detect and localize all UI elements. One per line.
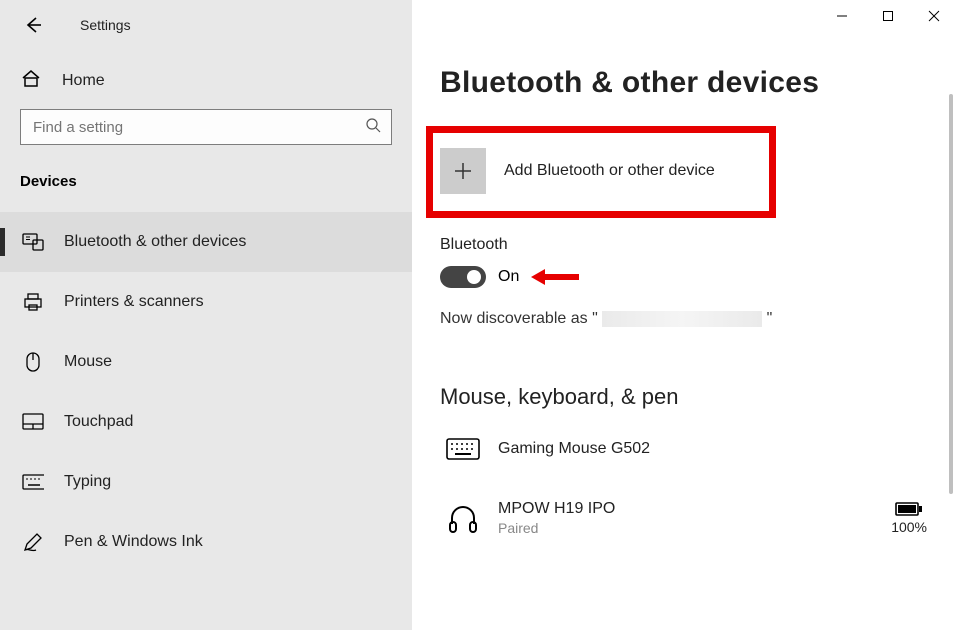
keyboard-device-icon	[440, 438, 486, 460]
discoverable-name-redacted	[602, 311, 762, 327]
search-icon	[365, 117, 381, 137]
device-row-mpow-headphones[interactable]: MPOW H19 IPO Paired 100%	[440, 494, 957, 542]
device-status: Paired	[498, 520, 615, 536]
battery-icon	[895, 502, 923, 516]
window-controls	[819, 0, 957, 32]
nav-home-label: Home	[62, 72, 105, 90]
plus-icon	[440, 148, 486, 194]
bluetooth-toggle[interactable]	[440, 266, 486, 288]
nav-item-touchpad[interactable]: Touchpad	[0, 392, 412, 452]
toggle-state-label: On	[498, 268, 519, 286]
mouse-icon	[22, 351, 44, 373]
page-title: Bluetooth & other devices	[440, 66, 957, 100]
device-battery: 100%	[891, 502, 927, 535]
section-mouse-keyboard-pen: Mouse, keyboard, & pen	[440, 384, 957, 410]
search-input[interactable]	[31, 118, 331, 137]
nav-item-label: Pen & Windows Ink	[64, 533, 203, 551]
discoverable-prefix: Now discoverable as "	[440, 310, 598, 327]
printer-icon	[22, 292, 44, 312]
nav-item-bluetooth[interactable]: Bluetooth & other devices	[0, 212, 412, 272]
keyboard-icon	[22, 474, 44, 490]
device-row-gaming-mouse[interactable]: Gaming Mouse G502	[440, 432, 957, 466]
toggle-knob	[467, 270, 481, 284]
back-button[interactable]	[18, 10, 48, 40]
scrollbar[interactable]	[949, 94, 953, 494]
discoverable-suffix: "	[767, 310, 773, 327]
nav-item-label: Bluetooth & other devices	[64, 233, 246, 251]
nav-item-printers[interactable]: Printers & scanners	[0, 272, 412, 332]
add-device-button[interactable]: Add Bluetooth or other device	[440, 136, 957, 206]
close-button[interactable]	[911, 0, 957, 32]
bluetooth-devices-icon	[22, 231, 44, 253]
search-box[interactable]	[20, 109, 392, 145]
discoverable-text: Now discoverable as " "	[440, 310, 957, 328]
minimize-button[interactable]	[819, 0, 865, 32]
touchpad-icon	[22, 413, 44, 431]
annotation-arrow	[531, 266, 581, 288]
nav-home[interactable]: Home	[0, 58, 412, 109]
nav-item-label: Touchpad	[64, 413, 133, 431]
nav-item-mouse[interactable]: Mouse	[0, 332, 412, 392]
nav-item-pen[interactable]: Pen & Windows Ink	[0, 512, 412, 572]
nav-item-label: Typing	[64, 473, 111, 491]
window-title: Settings	[80, 17, 131, 33]
device-name: Gaming Mouse G502	[498, 440, 650, 458]
headphones-icon	[440, 502, 486, 534]
device-name: MPOW H19 IPO	[498, 500, 615, 518]
battery-percent: 100%	[891, 519, 927, 535]
category-header: Devices	[0, 173, 412, 212]
maximize-button[interactable]	[865, 0, 911, 32]
bluetooth-heading: Bluetooth	[440, 236, 957, 254]
nav-item-label: Printers & scanners	[64, 293, 204, 311]
home-icon	[20, 68, 42, 93]
nav-item-typing[interactable]: Typing	[0, 452, 412, 512]
pen-icon	[22, 531, 44, 553]
add-device-label: Add Bluetooth or other device	[504, 162, 715, 180]
nav-item-label: Mouse	[64, 353, 112, 371]
